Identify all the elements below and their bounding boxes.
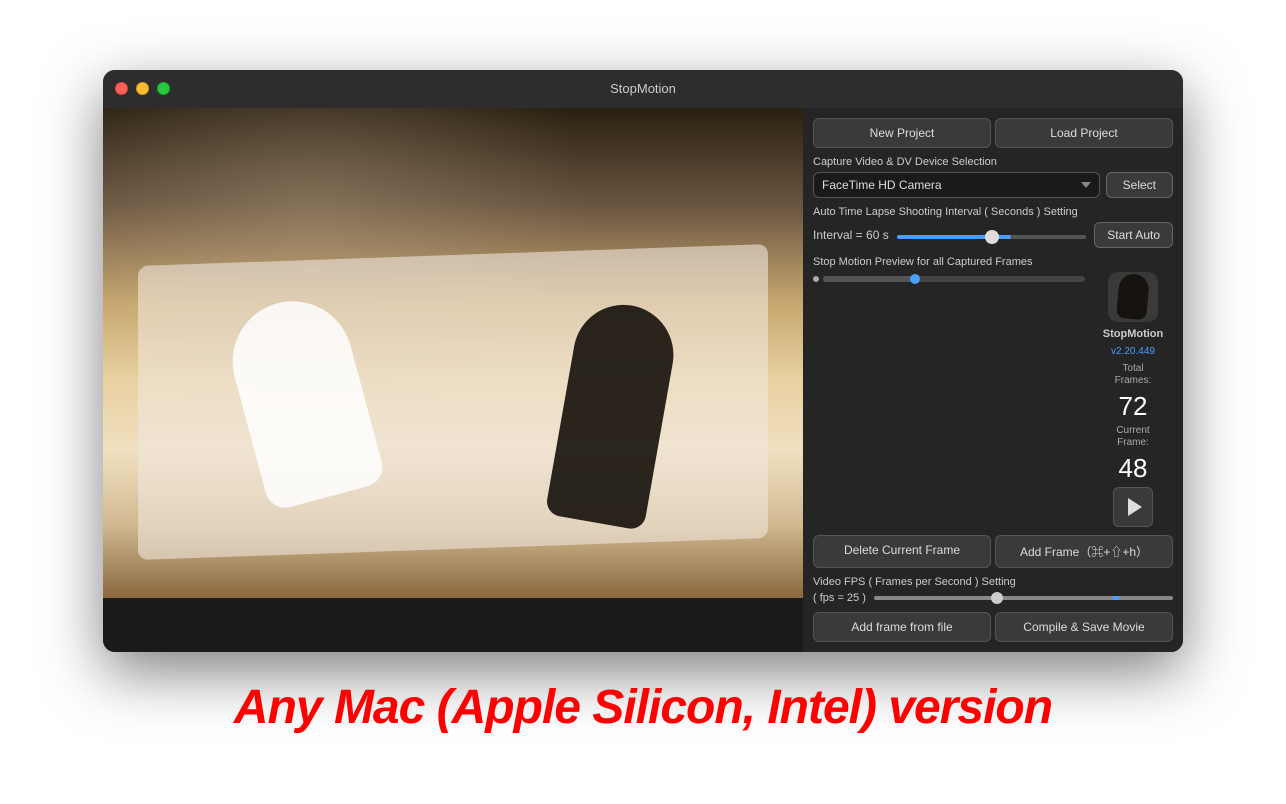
interval-slider[interactable] (897, 235, 1087, 239)
current-frame-label: CurrentFrame: (1116, 425, 1149, 449)
fps-row: ( fps = 25 ) (813, 592, 1173, 604)
select-button[interactable]: Select (1106, 172, 1173, 198)
start-auto-button[interactable]: Start Auto (1094, 222, 1173, 248)
interval-row: Interval = 60 s Start Auto (813, 222, 1173, 248)
minimize-button[interactable] (136, 82, 149, 95)
video-area (103, 108, 803, 652)
timeline-start-dot (813, 276, 819, 282)
app-icon (1108, 272, 1158, 322)
bottom-actions: Add frame from file Compile & Save Movie (813, 612, 1173, 642)
fps-section-label: Video FPS ( Frames per Second ) Setting (813, 576, 1173, 588)
app-name: StopMotion (1103, 328, 1163, 340)
total-frames-label: TotalFrames: (1115, 363, 1152, 387)
video-scene (103, 108, 803, 598)
timeline-row (813, 276, 1085, 282)
preview-section: Stop Motion Preview for all Captured Fra… (813, 256, 1173, 527)
preview-video-container (813, 272, 1085, 282)
play-button[interactable] (1113, 487, 1153, 527)
add-frame-button[interactable]: Add Frame（⌘+⇧+h） (995, 535, 1173, 568)
timeline-track[interactable] (823, 276, 1085, 282)
traffic-lights (115, 82, 170, 95)
maximize-button[interactable] (157, 82, 170, 95)
close-button[interactable] (115, 82, 128, 95)
compile-save-button[interactable]: Compile & Save Movie (995, 612, 1173, 642)
interval-value: Interval = 60 s (813, 228, 889, 242)
total-frames-value: 72 (1119, 393, 1148, 419)
timeline-thumb (910, 274, 920, 284)
add-from-file-button[interactable]: Add frame from file (813, 612, 991, 642)
timeline-filled (823, 276, 915, 282)
device-row: FaceTime HD Camera Select (813, 172, 1173, 198)
app-version: v2.20.449 (1111, 346, 1155, 357)
promo-text: Any Mac (Apple Silicon, Intel) version (234, 680, 1052, 735)
delete-frame-button[interactable]: Delete Current Frame (813, 535, 991, 568)
fps-section: Video FPS ( Frames per Second ) Setting … (813, 576, 1173, 604)
title-bar: StopMotion (103, 70, 1183, 108)
interval-label: Auto Time Lapse Shooting Interval ( Seco… (813, 206, 1173, 218)
fps-slider[interactable] (874, 596, 1173, 600)
window-title: StopMotion (610, 81, 676, 96)
preview-label: Stop Motion Preview for all Captured Fra… (813, 256, 1173, 268)
device-section-label: Capture Video & DV Device Selection (813, 156, 1173, 168)
device-dropdown[interactable]: FaceTime HD Camera (813, 172, 1100, 198)
app-icon-figure (1116, 273, 1150, 320)
play-icon (1128, 498, 1142, 516)
load-project-button[interactable]: Load Project (995, 118, 1173, 148)
app-window: StopMotion New Project Load Project Capt… (103, 70, 1183, 652)
frame-actions: Delete Current Frame Add Frame（⌘+⇧+h） (813, 535, 1173, 568)
project-buttons: New Project Load Project (813, 118, 1173, 148)
main-content: New Project Load Project Capture Video &… (103, 108, 1183, 652)
fps-value: ( fps = 25 ) (813, 592, 866, 604)
device-section: Capture Video & DV Device Selection Face… (813, 156, 1173, 198)
right-panel: New Project Load Project Capture Video &… (803, 108, 1183, 652)
bed-sheet (138, 243, 768, 559)
interval-slider-container (897, 226, 1087, 244)
interval-section: Auto Time Lapse Shooting Interval ( Seco… (813, 206, 1173, 248)
preview-info: StopMotion v2.20.449 TotalFrames: 72 Cur… (1093, 272, 1173, 527)
current-frame-value: 48 (1119, 455, 1148, 481)
preview-area: StopMotion v2.20.449 TotalFrames: 72 Cur… (813, 272, 1173, 527)
new-project-button[interactable]: New Project (813, 118, 991, 148)
